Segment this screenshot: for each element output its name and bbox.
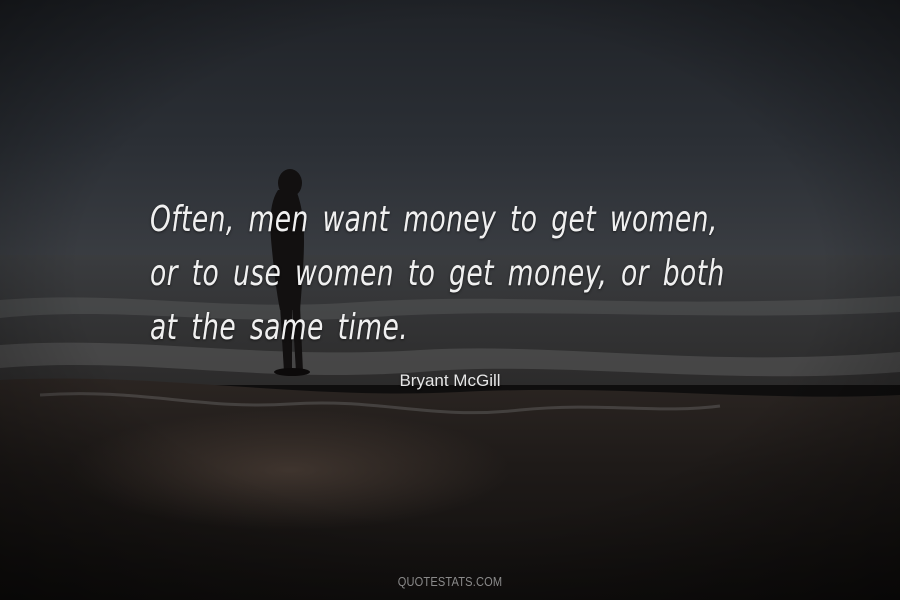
quote-author: Bryant McGill	[399, 371, 501, 390]
site-watermark: QUOTESTATS.COM	[397, 574, 503, 589]
quote-image: Often, men want money to get women, or t…	[0, 0, 900, 600]
quote-line: or to use women to get money, or both	[150, 253, 725, 294]
quote-line: at the same time.	[150, 307, 409, 348]
quote-line: Often, men want money to get women,	[150, 199, 718, 240]
quote-text: Often, men want money to get women, or t…	[150, 193, 725, 355]
